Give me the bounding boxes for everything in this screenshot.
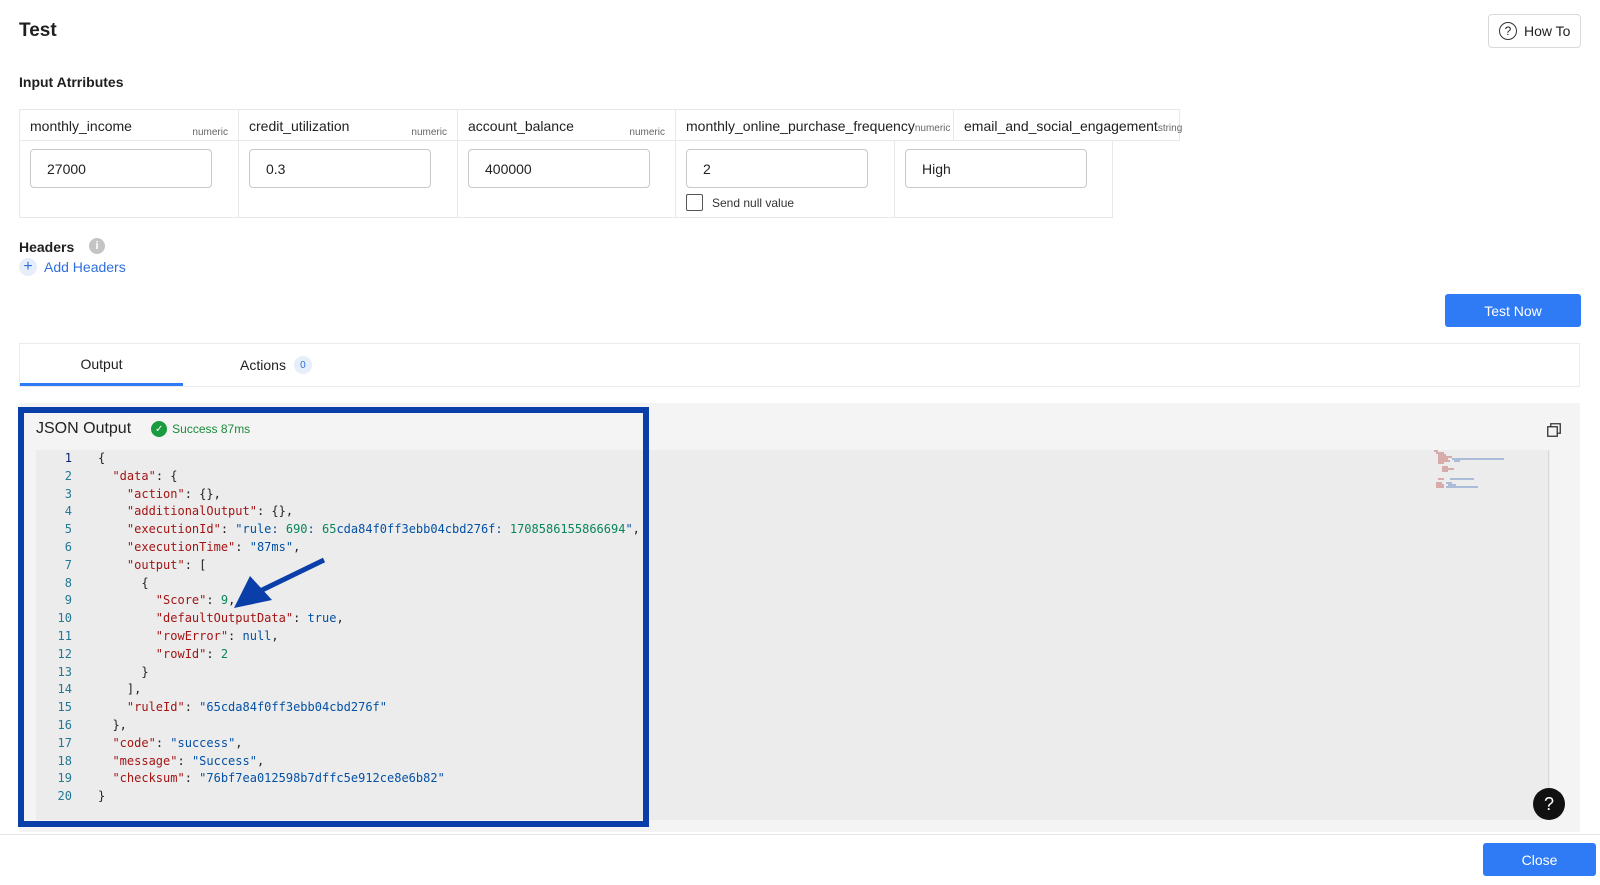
close-button[interactable]: Close [1483,843,1596,876]
info-icon[interactable]: i [89,238,105,254]
send-null-checkbox[interactable]: Send null value [686,194,794,211]
attr-type: numeric [914,123,951,134]
attr-name-text: monthly_online_purchase_frequency [686,118,915,134]
attr-header-monthly-online-purchase-frequency: monthly_online_purchase_frequencynumeric [675,109,953,141]
copy-icon[interactable] [1547,423,1561,437]
tab-actions[interactable]: Actions 0 [216,344,336,386]
attr-type: numeric [192,127,228,138]
editor-scrollbar[interactable] [1548,450,1549,820]
credit-utilization-input[interactable] [249,149,431,188]
question-circle-icon: ? [1499,22,1517,40]
test-now-button[interactable]: Test Now [1445,294,1581,327]
attr-value-cell [457,141,675,218]
attr-header-email-social-engagement: email_and_social_engagementstring [953,109,1182,141]
attr-name-text: email_and_social_engagement [964,118,1158,134]
help-button[interactable]: ? [1533,788,1565,820]
attr-type: string [1157,123,1183,134]
send-null-label: Send null value [712,195,795,210]
attr-value-cell [19,141,238,218]
attr-type: numeric [411,127,447,138]
tab-output-label: Output [80,355,123,372]
attr-type: numeric [629,127,665,138]
attr-header-credit-utilization: credit_utilization numeric [238,109,457,141]
how-to-button[interactable]: ? How To [1488,14,1581,48]
input-attributes-table: monthly_income numeric credit_utilizatio… [19,109,1182,218]
attr-value-cell: Send null value [675,141,894,218]
attr-value-cell [894,141,1113,218]
code-minimap[interactable] [1434,450,1514,490]
add-headers-label: Add Headers [44,259,126,275]
page-title: Test [19,20,57,41]
headers-label: Headers [19,239,75,255]
attr-name: credit_utilization [249,118,350,134]
tab-output[interactable]: Output [20,344,183,386]
tab-actions-label: Actions [240,357,286,373]
attr-header-monthly-income: monthly_income numeric [19,109,238,141]
monthly-income-input[interactable] [30,149,212,188]
checkbox-box[interactable] [686,194,703,211]
output-tabs: Output Actions 0 [19,343,1580,387]
add-headers-button[interactable]: + Add Headers [19,258,126,276]
attr-name: monthly_online_purchase_frequencynumeric [686,118,950,134]
attr-name: email_and_social_engagementstring [964,118,1182,134]
attr-name: account_balance [468,118,574,134]
footer-bar [0,834,1600,885]
email-social-engagement-input[interactable] [905,149,1087,188]
how-to-label: How To [1524,23,1571,39]
plus-icon: + [19,258,37,276]
attr-name: monthly_income [30,118,132,134]
input-attributes-label: Input Atrributes [19,74,124,90]
actions-count-badge: 0 [293,356,312,374]
annotation-highlight-box [18,407,649,827]
attr-header-account-balance: account_balance numeric [457,109,675,141]
monthly-online-purchase-frequency-input[interactable] [686,149,868,188]
account-balance-input[interactable] [468,149,650,188]
attr-value-cell [238,141,457,218]
